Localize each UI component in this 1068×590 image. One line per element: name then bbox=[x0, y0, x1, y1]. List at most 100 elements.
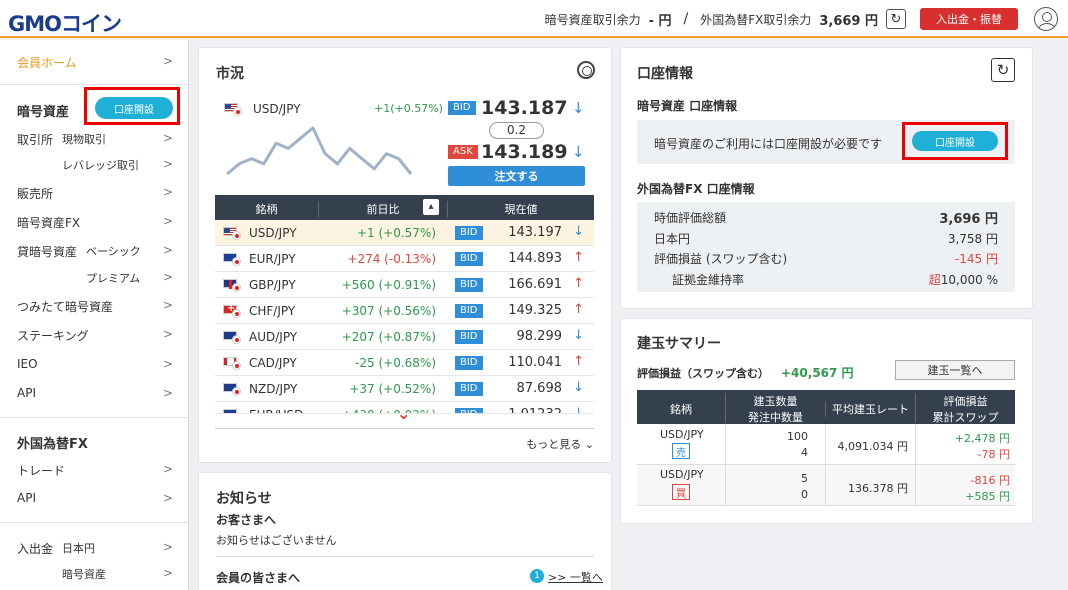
refresh-icon[interactable]: ↻ bbox=[886, 9, 906, 29]
pair-name: GBP/JPY bbox=[249, 278, 296, 292]
fx-balance-label: 外国為替FX取引余力 bbox=[700, 12, 812, 27]
crypto-account-heading: 暗号資産 口座情報 bbox=[637, 99, 738, 113]
divider bbox=[216, 556, 594, 557]
positions-list-button[interactable]: 建玉一覧へ bbox=[895, 360, 1015, 380]
order-button[interactable]: 注文する bbox=[448, 166, 585, 186]
sidebar-divider bbox=[0, 84, 188, 85]
fx-balance-value: 3,669 円 bbox=[819, 13, 878, 29]
arrow-down-icon: ↓ bbox=[573, 328, 584, 343]
currency-flag-icon bbox=[223, 303, 247, 319]
account-value: 3,758 円 bbox=[947, 232, 998, 246]
positions-pl-value: +40,567 円 bbox=[781, 366, 854, 380]
pair-price: 98.299 bbox=[516, 329, 563, 344]
pair-name: CHF/JPY bbox=[249, 304, 296, 318]
pair-price: 166.691 bbox=[508, 277, 562, 292]
news-title: お知らせ bbox=[216, 491, 272, 507]
highlight-box bbox=[902, 122, 1008, 160]
sell-tag: 売 bbox=[672, 443, 690, 459]
currency-flag-icon bbox=[223, 357, 247, 371]
arrow-down-icon: ↓ bbox=[573, 224, 584, 239]
news-members-heading: 会員の皆さまへ bbox=[216, 571, 301, 585]
arrow-up-icon: ↑ bbox=[573, 302, 584, 317]
pair-price: 144.893 bbox=[508, 251, 562, 266]
positions-table-header: 銘柄 建玉数量 発注中数量 平均建玉レート 評価損益 累計スワップ bbox=[637, 390, 1015, 424]
news-list-link[interactable]: >> 一覧へ bbox=[548, 569, 603, 585]
account-label: 時価評価総額 bbox=[654, 211, 727, 225]
header-balances: 暗号資産取引余力 - 円 / 外国為替FX取引余力 3,669 円 ↻ 入出金・… bbox=[545, 7, 1058, 31]
market-row[interactable]: NZD/JPY +37 (+0.52%) BID 87.698 ↓ bbox=[215, 376, 594, 402]
user-icon[interactable] bbox=[1034, 7, 1058, 31]
position-pending: 0 bbox=[801, 488, 808, 501]
ask-price: 143.189 bbox=[481, 141, 568, 163]
market-row[interactable]: EUR/JPY +274 (-0.13%) BID 144.893 ↑ bbox=[215, 246, 594, 272]
position-qty: 100 bbox=[787, 430, 808, 443]
pair-name: EUR/JPY bbox=[249, 252, 296, 266]
pair-price: 110.041 bbox=[508, 355, 562, 370]
arrow-up-icon: ↑ bbox=[573, 354, 584, 369]
bid-label: BID bbox=[455, 304, 483, 318]
market-row[interactable]: AUD/JPY +207 (+0.87%) BID 98.299 ↓ bbox=[215, 324, 594, 350]
header-separator: / bbox=[683, 11, 689, 27]
pair-name: CAD/JPY bbox=[249, 356, 297, 370]
chevron-down-icon[interactable]: ⌄ bbox=[397, 404, 410, 423]
col-pl-swap: 評価損益 累計スワップ bbox=[915, 393, 1015, 424]
gear-icon[interactable] bbox=[577, 61, 595, 79]
pair-name: AUD/JPY bbox=[249, 330, 298, 344]
pair-price: 149.325 bbox=[508, 303, 562, 318]
sort-icon[interactable]: ▴ bbox=[423, 199, 439, 215]
pair-change: +1 (+0.57%) bbox=[356, 226, 436, 240]
market-row[interactable]: USD/JPY +1 (+0.57%) BID 143.197 ↓ bbox=[215, 220, 594, 246]
pair-change: +274 (-0.13%) bbox=[347, 252, 436, 266]
bid-label: BID bbox=[455, 252, 483, 266]
market-row[interactable]: CAD/JPY -25 (+0.68%) BID 110.041 ↑ bbox=[215, 350, 594, 376]
bid-label: BID bbox=[455, 382, 483, 396]
market-row[interactable]: CHF/JPY +307 (+0.56%) BID 149.325 ↑ bbox=[215, 298, 594, 324]
refresh-icon[interactable]: ↻ bbox=[991, 58, 1015, 82]
pair-change: -25 (+0.68%) bbox=[355, 356, 436, 370]
currency-flag-icon bbox=[223, 331, 247, 345]
sidebar-divider bbox=[0, 522, 188, 523]
account-value: 3,696 円 bbox=[939, 212, 998, 227]
position-swap: +585 円 bbox=[965, 490, 1010, 503]
col-pair: 銘柄 bbox=[670, 403, 692, 416]
position-pl: -816 円 bbox=[970, 474, 1010, 487]
pair-name: NZD/JPY bbox=[249, 382, 298, 396]
chevron-right-icon: > bbox=[162, 54, 173, 68]
sidebar: 会員ホーム > 暗号資産 口座開設 取引所 現物取引 > レバレッジ取引 > 販売所 > … bbox=[0, 40, 189, 590]
account-label: 日本円 bbox=[654, 232, 691, 246]
more-link[interactable]: もっと見る ⌄ bbox=[526, 436, 594, 452]
crypto-balance-value: - 円 bbox=[648, 13, 672, 29]
pair-change: +207 (+0.87%) bbox=[341, 330, 436, 344]
spread-value: 0.2 bbox=[489, 122, 544, 139]
header: GMOコイン 暗号資産取引余力 - 円 / 外国為替FX取引余力 3,669 円… bbox=[0, 0, 1068, 38]
account-value: -145 円 bbox=[954, 252, 998, 266]
main-pair-change: +1(+0.57%) bbox=[374, 102, 443, 115]
col-pair: 銘柄 bbox=[215, 201, 319, 217]
pair-price: 1.01232 bbox=[508, 407, 562, 413]
gmo-coin-logo[interactable]: GMOコイン bbox=[8, 8, 122, 38]
account-label: 評価損益 (スワップ含む) bbox=[654, 252, 788, 266]
currency-flag-icon bbox=[223, 227, 247, 241]
position-pl: +2,478 円 bbox=[954, 432, 1010, 445]
arrow-up-icon: ↑ bbox=[573, 276, 584, 291]
arrow-down-icon: ↓ bbox=[573, 380, 584, 395]
position-pending: 4 bbox=[801, 446, 808, 459]
arrow-up-icon: ↑ bbox=[573, 250, 584, 265]
highlight-box bbox=[84, 87, 180, 125]
bid-label: BID bbox=[455, 226, 483, 240]
positions-title: 建玉サマリー bbox=[637, 336, 721, 352]
bid-price: 143.187 bbox=[481, 97, 568, 119]
news-customer-empty: お知らせはございません bbox=[216, 534, 337, 547]
market-row[interactable]: GBP/JPY +560 (+0.91%) BID 166.691 ↑ bbox=[215, 272, 594, 298]
position-rate: 4,091.034 円 bbox=[837, 440, 908, 453]
main-pair-name: USD/JPY bbox=[253, 102, 301, 116]
positions-pl-label: 評価損益（スワップ含む） bbox=[637, 367, 769, 380]
currency-flag-icon bbox=[223, 279, 247, 293]
pair-change: +307 (+0.56%) bbox=[341, 304, 436, 318]
pair-change: +37 (+0.52%) bbox=[349, 382, 436, 396]
bid-label: BID bbox=[448, 101, 476, 115]
news-count-badge: 1 bbox=[530, 569, 544, 583]
deposit-transfer-button[interactable]: 入出金・振替 bbox=[920, 8, 1018, 30]
fx-account-heading: 外国為替FX 口座情報 bbox=[637, 182, 755, 196]
bid-label: BID bbox=[455, 356, 483, 370]
